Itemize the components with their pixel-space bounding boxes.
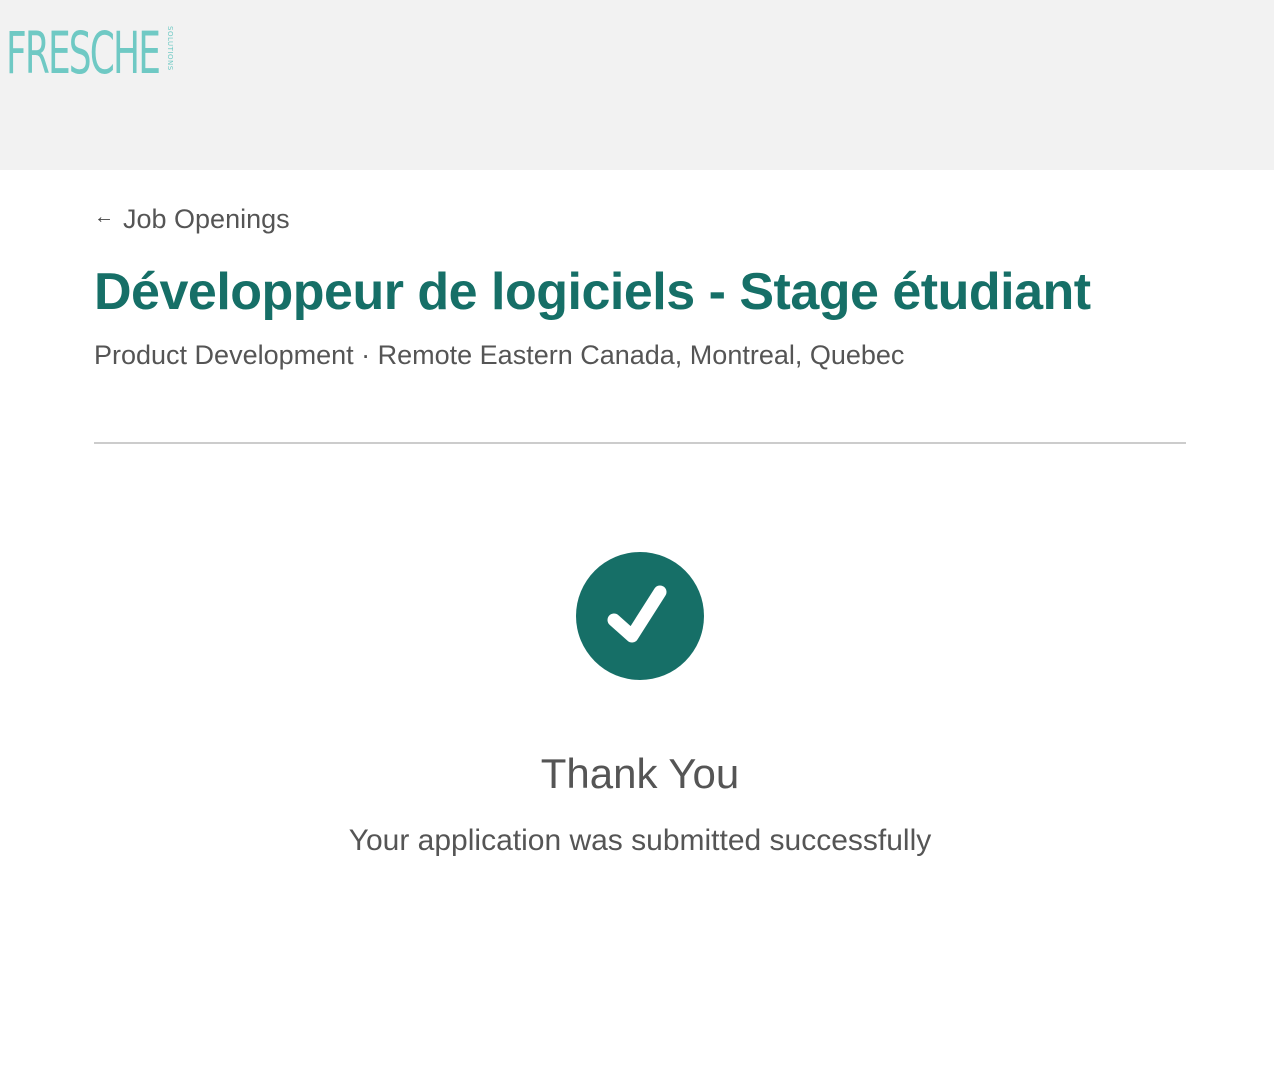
job-title: Développeur de logiciels - Stage étudian… (94, 263, 1091, 321)
confirmation-message: Your application was submitted successfu… (348, 824, 932, 857)
checkmark-circle-icon (576, 552, 704, 680)
divider (94, 442, 1186, 444)
confirmation-heading: Thank You (540, 750, 740, 797)
job-meta: Product Development · Remote Eastern Can… (94, 340, 905, 370)
company-logo[interactable]: FRESCHE SOLUTIONS (6, 19, 174, 87)
arrow-left-icon: ← (94, 206, 114, 228)
logo-wordmark: FRESCHE (6, 19, 161, 87)
logo-subtext: SOLUTIONS (166, 26, 174, 71)
checkmark-icon (607, 585, 667, 643)
back-to-job-openings-link[interactable]: ← Job Openings (94, 204, 290, 235)
back-link-label: Job Openings (123, 204, 290, 234)
site-header: FRESCHE SOLUTIONS (0, 0, 1274, 170)
